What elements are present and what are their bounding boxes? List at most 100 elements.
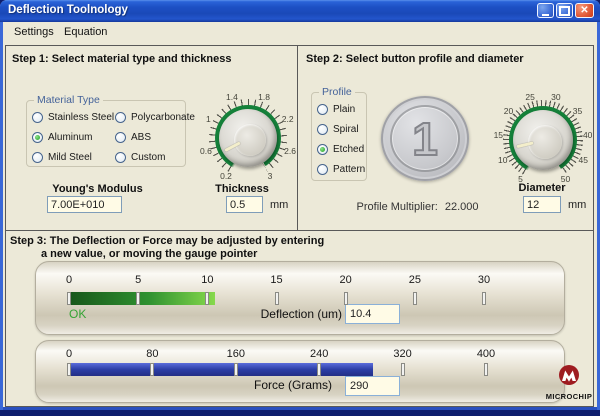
knob-cap bbox=[234, 124, 266, 156]
youngs-modulus-label: Young's Modulus bbox=[40, 183, 155, 195]
gauge-tick-number: 0 bbox=[49, 274, 89, 286]
profile-column: Plain Spiral Etched Pattern bbox=[317, 99, 365, 179]
gauge-tick-mark bbox=[482, 292, 486, 305]
deflection-label: Deflection (um) bbox=[156, 307, 342, 321]
gauge-tick-number: 20 bbox=[326, 274, 366, 286]
material-type-label: Material Type bbox=[34, 94, 103, 106]
gauge-tick-number: 10 bbox=[187, 274, 227, 286]
radio-spiral[interactable]: Spiral bbox=[317, 119, 365, 139]
force-bar[interactable] bbox=[67, 363, 373, 376]
radio-label: Aluminum bbox=[48, 132, 92, 143]
knob-scale-label: 15 bbox=[494, 130, 503, 140]
radio-label: Spiral bbox=[333, 124, 359, 135]
knob-scale-label: 2.6 bbox=[284, 146, 296, 156]
knob-scale-label: 1 bbox=[206, 114, 211, 124]
thickness-unit: mm bbox=[270, 199, 288, 211]
button-preview-numeral: 1 bbox=[381, 96, 469, 181]
gauge-tick-mark bbox=[205, 292, 209, 305]
force-label: Force (Grams) bbox=[146, 378, 332, 392]
force-input[interactable] bbox=[345, 376, 400, 396]
radio-plain[interactable]: Plain bbox=[317, 99, 365, 119]
knob-scale-label: 40 bbox=[583, 130, 592, 140]
radio-label: Polycarbonate bbox=[131, 112, 195, 123]
minimize-icon bbox=[542, 14, 549, 16]
material-column-1: Stainless Steel Aluminum Mild Steel bbox=[32, 107, 114, 167]
profile-multiplier-row: Profile Multiplier: 22.000 bbox=[335, 201, 500, 213]
youngs-modulus-input[interactable] bbox=[47, 196, 122, 213]
radio-mild-steel[interactable]: Mild Steel bbox=[32, 147, 114, 167]
gauge-tick-mark bbox=[344, 292, 348, 305]
close-button[interactable]: ✕ bbox=[575, 3, 594, 18]
radio-button-icon bbox=[317, 164, 328, 175]
knob-scale-label: 35 bbox=[573, 106, 582, 116]
profile-multiplier-value: 22.000 bbox=[445, 201, 479, 213]
profile-label: Profile bbox=[319, 86, 355, 98]
gauge-tick-number: 400 bbox=[466, 348, 506, 360]
radio-label: Mild Steel bbox=[48, 152, 92, 163]
knob-scale-label: 3 bbox=[268, 171, 273, 181]
radio-label: Etched bbox=[333, 144, 364, 155]
gauge-tick-mark bbox=[150, 363, 154, 376]
deflection-bar[interactable] bbox=[67, 292, 215, 305]
microchip-wordmark: MICROCHIP bbox=[543, 392, 595, 401]
diameter-knob[interactable]: 5101520253035404550 bbox=[495, 92, 591, 188]
gauge-tick-number: 25 bbox=[395, 274, 435, 286]
step3-header-line2: a new value, or moving the gauge pointer bbox=[41, 248, 257, 260]
gauge-tick-mark bbox=[401, 363, 405, 376]
gauge-tick-number: 160 bbox=[216, 348, 256, 360]
diameter-input[interactable] bbox=[523, 196, 561, 213]
knob-scale-label: 45 bbox=[578, 155, 587, 165]
radio-button-icon bbox=[317, 144, 328, 155]
knob-scale-label: 1.4 bbox=[226, 92, 238, 102]
material-type-groupbox: Material Type Stainless SteelAluminumMil… bbox=[26, 100, 186, 167]
radio-label: Custom bbox=[131, 152, 165, 163]
diameter-label: Diameter bbox=[499, 182, 585, 194]
thickness-input[interactable] bbox=[226, 196, 263, 213]
radio-label: Stainless Steel bbox=[48, 112, 114, 123]
deflection-input[interactable] bbox=[345, 304, 400, 324]
menu-equation[interactable]: Equation bbox=[64, 26, 107, 38]
radio-button-icon bbox=[32, 152, 43, 163]
radio-button-icon bbox=[115, 132, 126, 143]
gauge-tick-number: 240 bbox=[299, 348, 339, 360]
maximize-button[interactable] bbox=[556, 3, 573, 18]
knob-scale-label: 20 bbox=[504, 106, 513, 116]
menu-settings[interactable]: Settings bbox=[14, 26, 54, 38]
gauge-tick-mark bbox=[317, 363, 321, 376]
deflection-gauge: OK Deflection (um) 051015202530 bbox=[35, 261, 565, 335]
gauge-tick-number: 5 bbox=[118, 274, 158, 286]
radio-button-icon bbox=[317, 124, 328, 135]
knob-scale-label: 0.2 bbox=[220, 171, 232, 181]
radio-etched[interactable]: Etched bbox=[317, 139, 365, 159]
knob-scale-label: 0.6 bbox=[200, 146, 212, 156]
radio-stainless-steel[interactable]: Stainless Steel bbox=[32, 107, 114, 127]
radio-polycarbonate[interactable]: Polycarbonate bbox=[115, 107, 195, 127]
knob-scale-label: 25 bbox=[525, 92, 534, 102]
gauge-tick-mark bbox=[67, 363, 71, 376]
material-column-2: Polycarbonate ABS Custom bbox=[115, 107, 195, 167]
gauge-tick-number: 320 bbox=[383, 348, 423, 360]
radio-button-icon bbox=[32, 132, 43, 143]
radio-pattern[interactable]: Pattern bbox=[317, 159, 365, 179]
title-bar[interactable]: Deflection Toolnology ✕ bbox=[0, 0, 600, 22]
gauge-tick-mark bbox=[413, 292, 417, 305]
thickness-knob[interactable]: 0.20.611.41.82.22.63 bbox=[200, 90, 296, 186]
radio-button-icon bbox=[115, 152, 126, 163]
minimize-button[interactable] bbox=[537, 3, 554, 18]
window-title: Deflection Toolnology bbox=[8, 4, 128, 16]
radio-abs[interactable]: ABS bbox=[115, 127, 195, 147]
radio-label: Pattern bbox=[333, 164, 365, 175]
thickness-label: Thickness bbox=[199, 183, 285, 195]
knob-scale-label: 1.8 bbox=[258, 92, 270, 102]
gauge-tick-mark bbox=[136, 292, 140, 305]
gauge-tick-mark bbox=[67, 292, 71, 305]
gauge-tick-number: 15 bbox=[257, 274, 297, 286]
step1-header: Step 1: Select material type and thickne… bbox=[12, 53, 231, 65]
radio-aluminum[interactable]: Aluminum bbox=[32, 127, 114, 147]
close-icon: ✕ bbox=[580, 6, 588, 16]
profile-multiplier-label: Profile Multiplier: bbox=[357, 201, 438, 213]
radio-button-icon bbox=[317, 104, 328, 115]
radio-custom[interactable]: Custom bbox=[115, 147, 195, 167]
gauge-tick-number: 30 bbox=[464, 274, 504, 286]
step2-header: Step 2: Select button profile and diamet… bbox=[306, 53, 524, 65]
